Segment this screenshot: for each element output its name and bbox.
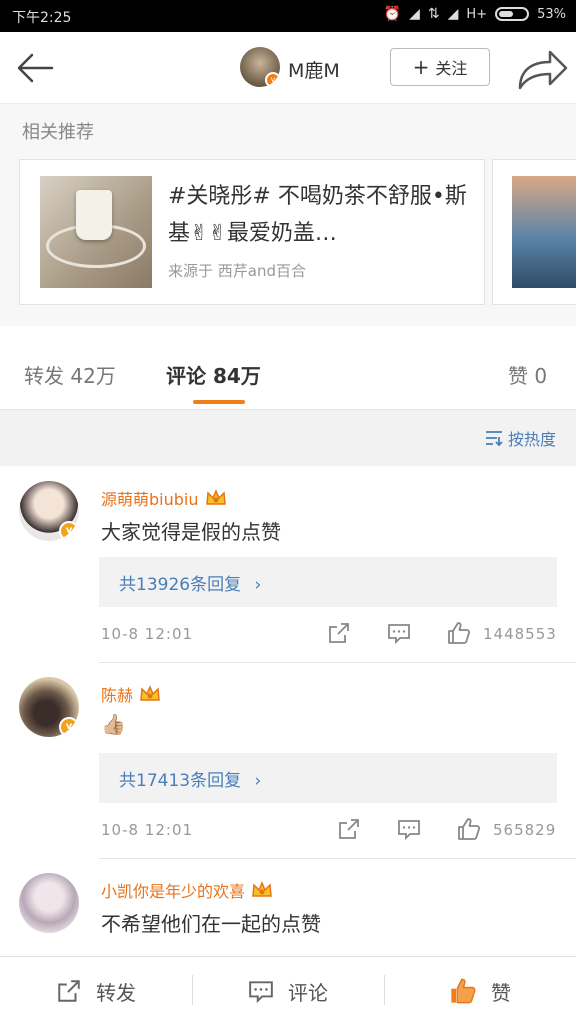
view-replies-button[interactable]: 共13926条回复 › [99, 557, 557, 607]
status-bar: 下午2:25 ⏰ ◢ ⇅ ◢ H+ 53% [0, 0, 576, 32]
follow-button[interactable]: + 关注 [390, 48, 490, 86]
repost-button[interactable]: 转发 [0, 957, 192, 1024]
related-title: 相关推荐 [22, 122, 94, 143]
like-button[interactable]: 赞 [384, 957, 576, 1024]
data-transfer-icon: ⇅ [427, 6, 440, 22]
verified-badge-icon: v [265, 72, 280, 87]
comment-icon [249, 981, 273, 1004]
comment-text: 👍🏼 [101, 712, 126, 736]
like-count: 1448553 [483, 625, 557, 643]
like-count: 565829 [493, 821, 557, 839]
commenter-name[interactable]: 陈赫 [101, 682, 161, 706]
author-avatar[interactable]: v [240, 47, 280, 87]
tab-repost[interactable]: 转发 42万 [24, 360, 116, 389]
repost-label: 转发 [96, 980, 136, 1005]
divider [99, 858, 576, 859]
active-tab-indicator [193, 400, 245, 404]
related-card-next[interactable] [492, 159, 576, 305]
related-card-source: 来源于 西芹and百合 [168, 262, 306, 280]
commenter-avatar[interactable] [19, 873, 79, 933]
top-navbar: v M鹿M + 关注 [0, 32, 576, 104]
crown-icon [252, 881, 272, 897]
comment-text: 不希望他们在一起的点赞 [101, 912, 321, 936]
status-time: 下午2:25 [12, 10, 72, 26]
chevron-right-icon: › [254, 575, 262, 595]
comment-text: 大家觉得是假的点赞 [101, 520, 281, 544]
bottom-action-bar: 转发 评论 赞 [0, 956, 576, 1024]
comment-meta: 10-8 12:01 565829 [101, 817, 561, 847]
alarm-icon: ⏰ [383, 6, 402, 22]
back-arrow-icon[interactable] [14, 46, 58, 90]
commenter-name[interactable]: 源萌萌biubiu [101, 486, 227, 510]
repost-icon [58, 980, 80, 1002]
comment-list: v 源萌萌biubiu 大家觉得是假的点赞 共13926条回复 › 10-8 1… [0, 466, 576, 956]
like-icon[interactable] [447, 621, 471, 645]
comment-time: 10-8 12:01 [101, 821, 194, 839]
signal-icon: ◢ [447, 6, 459, 22]
comment-label: 评论 [288, 980, 328, 1005]
commenter-avatar[interactable]: v [19, 481, 79, 541]
plus-icon: + [412, 55, 430, 79]
like-icon[interactable] [457, 817, 481, 841]
comment-time: 10-8 12:01 [101, 625, 194, 643]
follow-button-label: 关注 [435, 59, 468, 78]
commenter-avatar[interactable]: v [19, 677, 79, 737]
sort-button[interactable]: 按热度 [484, 426, 556, 450]
signal-weak-icon: ◢ [409, 6, 420, 22]
repost-icon[interactable] [327, 621, 351, 645]
comment-icon[interactable] [397, 817, 421, 841]
like-label: 赞 [491, 980, 511, 1005]
tab-comment[interactable]: 评论 84万 [166, 360, 261, 389]
battery-level: 53% [537, 6, 566, 22]
related-section: 相关推荐 #关晓彤# 不喝奶茶不舒服•斯基✌✌最爱奶盖… 来源于 西芹and百合 [0, 104, 576, 326]
related-thumbnail-next [512, 176, 576, 288]
crown-icon [140, 685, 160, 701]
post-tabs: 转发 42万 评论 84万 赞 0 [0, 340, 576, 410]
view-replies-button[interactable]: 共17413条回复 › [99, 753, 557, 803]
comment-icon[interactable] [387, 621, 411, 645]
commenter-name[interactable]: 小凯你是年少的欢喜 [101, 878, 273, 902]
like-filled-icon [451, 978, 476, 1004]
divider [99, 662, 576, 663]
related-card-text: #关晓彤# 不喝奶茶不舒服•斯基✌✌最爱奶盖… [168, 184, 467, 246]
repost-icon[interactable] [337, 817, 361, 841]
author-name[interactable]: M鹿M [288, 56, 340, 83]
verified-badge-icon: v [59, 521, 79, 541]
chevron-right-icon: › [254, 771, 262, 791]
share-icon[interactable] [514, 44, 570, 94]
network-type: H+ [466, 6, 488, 22]
comment-meta: 10-8 12:01 1448553 [101, 621, 561, 651]
comment-button[interactable]: 评论 [192, 957, 384, 1024]
sort-bar: 按热度 [0, 410, 576, 466]
battery-icon [495, 7, 530, 21]
crown-icon [205, 489, 226, 505]
related-card[interactable]: #关晓彤# 不喝奶茶不舒服•斯基✌✌最爱奶盖… 来源于 西芹and百合 [19, 159, 485, 305]
sort-icon [485, 431, 503, 447]
related-thumbnail [40, 176, 152, 288]
sort-label: 按热度 [507, 430, 556, 449]
verified-badge-icon: v [59, 717, 79, 737]
status-icons: ⏰ ◢ ⇅ ◢ H+ 53% [384, 6, 566, 22]
tab-like[interactable]: 赞 0 [508, 360, 547, 389]
